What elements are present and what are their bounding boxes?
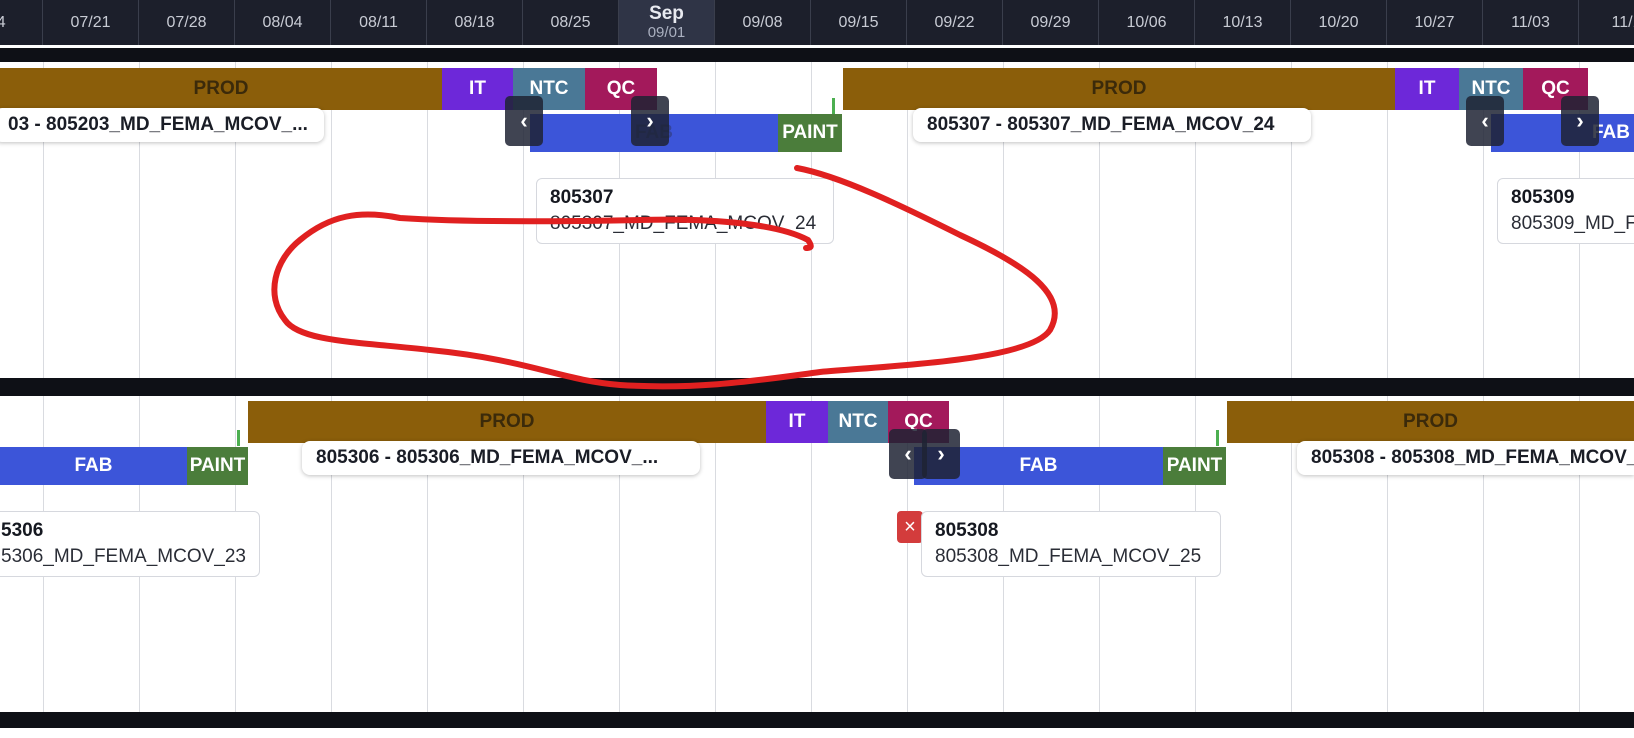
- annotation-scribble: [271, 165, 1058, 390]
